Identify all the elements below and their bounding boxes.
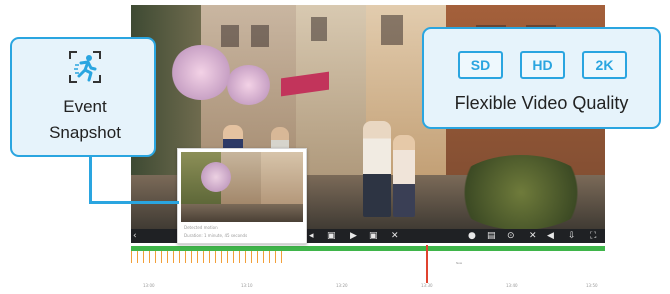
timeline-time: 13:50 xyxy=(586,283,598,288)
playback-timeline[interactable]: Now 13:00 13:10 13:20 13:30 13:40 13:50 xyxy=(131,243,605,293)
pedestrian xyxy=(393,135,415,217)
event-snapshot-callout: Event Snapshot xyxy=(10,37,156,157)
snapshot-icon[interactable]: ▣ xyxy=(327,231,336,241)
play-icon[interactable]: ▶ xyxy=(350,231,357,241)
connector-line xyxy=(89,156,92,203)
blossom-tree xyxy=(171,45,231,100)
download-icon[interactable]: ⇩ xyxy=(568,231,576,241)
video-quality-callout: SD HD 2K Flexible Video Quality xyxy=(422,27,661,129)
snapshot-duration: Duration: 1 minute, 45 seconds xyxy=(184,233,248,238)
timeline-time: 13:20 xyxy=(336,283,348,288)
timeline-time: 13:00 xyxy=(143,283,155,288)
record-icon[interactable]: ▣ xyxy=(369,231,378,241)
grid-icon[interactable]: ▤ xyxy=(487,231,496,241)
quality-label: Flexible Video Quality xyxy=(454,93,629,113)
timeline-time: 13:30 xyxy=(421,283,433,288)
previous-icon[interactable]: ‹ xyxy=(133,231,137,241)
event-snapshot-popup[interactable]: Detected motion Duration: 1 minute, 45 s… xyxy=(177,148,307,244)
timeline-time: 13:10 xyxy=(241,283,253,288)
event-markers[interactable] xyxy=(131,251,286,263)
snapshot-thumbnail[interactable] xyxy=(181,152,303,222)
speed-icon[interactable]: ⊙ xyxy=(507,231,515,241)
quality-badge-sd[interactable]: SD xyxy=(458,51,503,79)
event-label-line1: Event xyxy=(63,97,107,116)
quality-badge-hd[interactable]: HD xyxy=(520,51,565,79)
snapshot-caption: Detected motion xyxy=(184,225,218,230)
window xyxy=(251,25,269,47)
window xyxy=(311,17,327,41)
window xyxy=(221,25,239,47)
connector-line xyxy=(89,201,179,204)
close-icon[interactable]: ✕ xyxy=(391,231,399,241)
event-label-line2: Snapshot xyxy=(49,123,121,142)
fullscreen-icon[interactable]: ⛶ xyxy=(590,231,596,241)
playhead-marker[interactable] xyxy=(426,245,428,283)
blossom-tree xyxy=(226,65,271,105)
volume-icon[interactable]: ◀ xyxy=(547,231,554,241)
window xyxy=(381,15,403,45)
quality-badge-2k[interactable]: 2K xyxy=(582,51,627,79)
cut-icon[interactable]: ✕ xyxy=(529,231,537,241)
foreground-plant xyxy=(451,155,591,230)
marker-label: Now xyxy=(456,261,463,265)
pedestrian xyxy=(363,121,391,217)
motion-detect-icon xyxy=(69,51,101,83)
timeline-time: 13:40 xyxy=(506,283,518,288)
info-icon[interactable]: ● xyxy=(468,231,476,241)
rewind-icon[interactable]: ◂ xyxy=(309,231,314,241)
